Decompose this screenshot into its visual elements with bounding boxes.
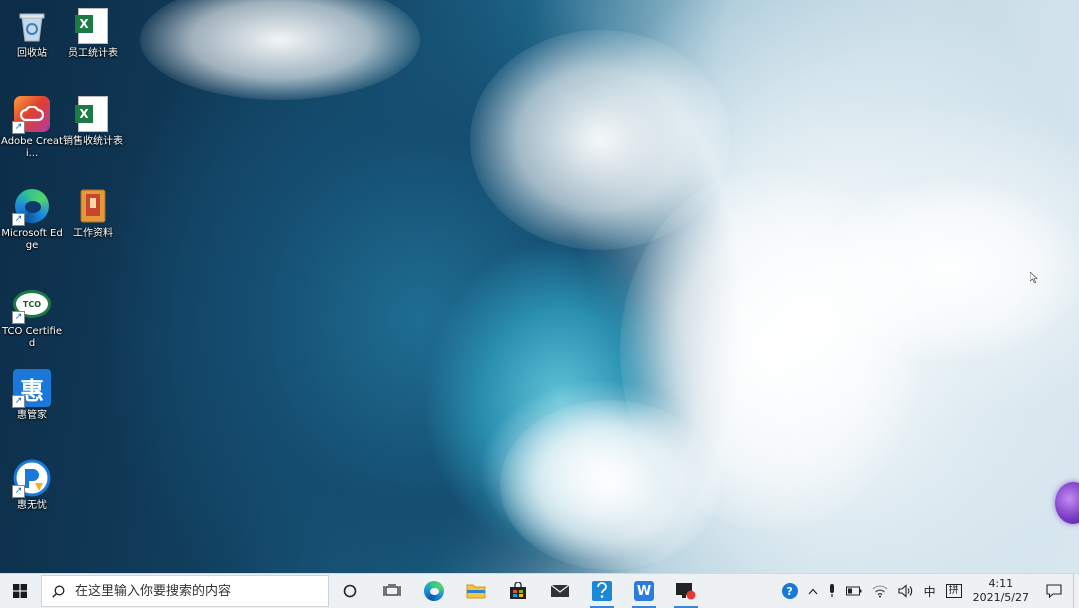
adobe-creative-cloud-icon[interactable]: ↗ Adobe Creati... [0,94,64,160]
taskbar-search-box[interactable] [41,575,329,607]
taskbar-store-button[interactable] [497,574,539,608]
shortcut-arrow-icon: ↗ [12,213,25,226]
folder-archive-icon [80,189,106,223]
wps-icon: W [634,581,654,601]
task-view-icon [383,584,401,596]
screen-recorder-icon [676,583,696,600]
mail-icon [550,584,570,597]
store-icon [510,582,526,599]
huiguanjia-icon[interactable]: 惠 ↗ 惠管家 [0,368,64,422]
show-desktop-button[interactable] [1073,574,1079,608]
icon-label: TCO Certified [2,326,62,349]
wave-foam [140,0,420,100]
icon-label: 销售收统计表 [63,136,123,147]
taskbar-mail-button[interactable] [539,574,581,608]
chevron-up-icon [808,588,818,594]
edge-icon [424,581,444,601]
taskbar-file-explorer-button[interactable] [455,574,497,608]
icon-label: 工作资料 [73,228,113,239]
recycle-bin-icon [19,13,45,42]
icon-label: 惠管家 [17,410,47,421]
cortana-button[interactable] [329,574,371,608]
shortcut-arrow-icon: ↗ [12,121,25,134]
taskbar-edge-button[interactable] [413,574,455,608]
task-view-button[interactable] [371,574,413,608]
windows-logo-icon [13,584,27,598]
floating-assistant-ball[interactable] [1055,482,1079,524]
tco-certified-icon[interactable]: TCO ↗ TCO Certified [0,284,64,350]
taskbar-clock[interactable]: 4:11 2021/5/27 [967,574,1035,608]
notification-icon [1046,584,1062,598]
taskbar-screen-recorder-button[interactable] [665,574,707,608]
taskbar-blue-app-button[interactable] [581,574,623,608]
microphone-icon [829,584,834,597]
help-icon: ? [781,583,798,599]
battery-tray-button[interactable] [841,574,867,608]
search-input[interactable] [73,582,307,600]
icon-label: 惠无忧 [17,500,47,511]
volume-tray-button[interactable] [893,574,919,608]
desktop-wallpaper: 回收站 ↗ Adobe Creati... ↗ Microsoft Edge T… [0,0,1079,573]
creative-cloud-icon [20,106,44,122]
action-center-button[interactable] [1035,574,1073,608]
excel-file-icon: X [75,96,108,132]
wave-foam [500,400,720,570]
icon-label: Microsoft Edge [1,228,63,251]
blue-app-icon [592,581,612,601]
help-tray-button[interactable]: ? [777,574,803,608]
search-icon [52,585,65,598]
network-tray-button[interactable] [867,574,893,608]
employee-stats-excel-icon[interactable]: X 员工统计表 [61,6,125,60]
start-button[interactable] [0,574,40,608]
icon-label: 员工统计表 [68,48,118,59]
show-hidden-icons-button[interactable] [803,574,823,608]
ime-language-button[interactable]: 中 [919,574,941,608]
system-tray: ? 中 拼 4:11 2021/5/27 [777,574,1079,608]
taskbar: W ? [0,573,1079,608]
shortcut-arrow-icon: ↗ [12,395,25,408]
ime-mode-button[interactable]: 拼 [941,574,967,608]
excel-file-icon: X [75,8,108,44]
microphone-tray-button[interactable] [823,574,841,608]
cortana-icon [343,584,357,598]
shortcut-arrow-icon: ↗ [12,311,25,324]
taskbar-wps-button[interactable]: W [623,574,665,608]
huiwuyou-icon[interactable]: ↗ 惠无忧 [0,458,64,512]
icon-label: Adobe Creati... [1,136,63,159]
microsoft-edge-icon[interactable]: ↗ Microsoft Edge [0,186,64,252]
clock-time: 4:11 [988,577,1014,590]
work-files-icon[interactable]: 工作资料 [61,186,125,240]
folder-icon [466,584,486,599]
clock-date: 2021/5/27 [972,591,1029,604]
battery-icon [845,586,862,596]
ime-mode-label: 拼 [945,584,962,598]
wave-foam [820,180,1079,360]
shortcut-arrow-icon: ↗ [12,485,25,498]
recycle-bin-icon[interactable]: 回收站 [0,6,64,60]
speaker-icon [898,584,912,598]
sales-stats-excel-icon[interactable]: X 销售收统计表 [61,94,125,148]
icon-label: 回收站 [17,48,47,59]
wifi-icon [872,585,888,598]
mouse-cursor-icon [1030,272,1038,283]
